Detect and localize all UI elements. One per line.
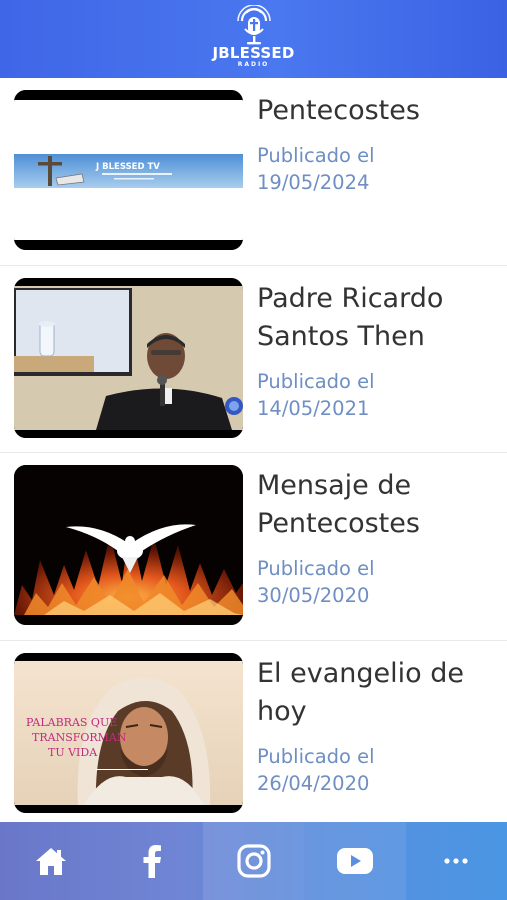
- bottom-tab-bar: [0, 822, 507, 900]
- video-title[interactable]: Pentecostes: [257, 92, 497, 130]
- more-icon: [444, 858, 468, 864]
- tab-more[interactable]: [406, 822, 507, 900]
- youtube-icon: [336, 848, 373, 874]
- video-list-item[interactable]: Mensaje de Pentecostes Publicado el 30/0…: [0, 453, 507, 641]
- video-thumbnail[interactable]: PALABRAS QUE TRANSFORMAN TU VIDA: [14, 652, 243, 813]
- thumbnail-brand-text: J BLESSED TV: [95, 162, 160, 172]
- published-label: Publicado el: [257, 144, 375, 167]
- video-thumbnail[interactable]: [14, 465, 243, 625]
- video-title[interactable]: El evangelio de hoy: [257, 655, 497, 731]
- facebook-icon: [143, 845, 162, 878]
- published-label: Publicado el: [257, 369, 375, 393]
- app-header: JBLESSED RADIO: [0, 0, 507, 78]
- video-thumbnail[interactable]: J BLESSED TV: [14, 90, 243, 250]
- app-logo: JBLESSED RADIO: [209, 3, 299, 75]
- instagram-icon: [236, 844, 271, 878]
- logo-subtitle: RADIO: [237, 61, 270, 68]
- video-title[interactable]: Padre Ricardo Santos Then: [257, 280, 497, 356]
- video-list: J BLESSED TV Pentecostes Publicado el 19…: [0, 78, 507, 828]
- tab-home[interactable]: [0, 822, 101, 900]
- published-label: Publicado el: [257, 557, 375, 580]
- logo-title: JBLESSED: [212, 44, 295, 62]
- video-title[interactable]: Mensaje de Pentecostes: [257, 467, 497, 543]
- published-date: 26/04/2020: [257, 771, 370, 795]
- home-icon: [35, 848, 66, 875]
- published-date: 14/05/2021: [257, 396, 370, 420]
- video-list-item[interactable]: J BLESSED TV Pentecostes Publicado el 19…: [0, 78, 507, 266]
- video-list-item[interactable]: Padre Ricardo Santos Then Publicado el 1…: [0, 266, 507, 453]
- published-date: 30/05/2020: [257, 584, 370, 607]
- tab-instagram[interactable]: [202, 822, 305, 900]
- microphone-cross-icon: [236, 5, 271, 45]
- video-list-item[interactable]: PALABRAS QUE TRANSFORMAN TU VIDA El evan…: [0, 641, 507, 829]
- published-label: Publicado el: [257, 744, 375, 768]
- tab-facebook[interactable]: [101, 822, 202, 900]
- published-date: 19/05/2024: [257, 171, 370, 194]
- video-thumbnail[interactable]: [14, 277, 243, 438]
- tab-youtube[interactable]: [304, 822, 406, 900]
